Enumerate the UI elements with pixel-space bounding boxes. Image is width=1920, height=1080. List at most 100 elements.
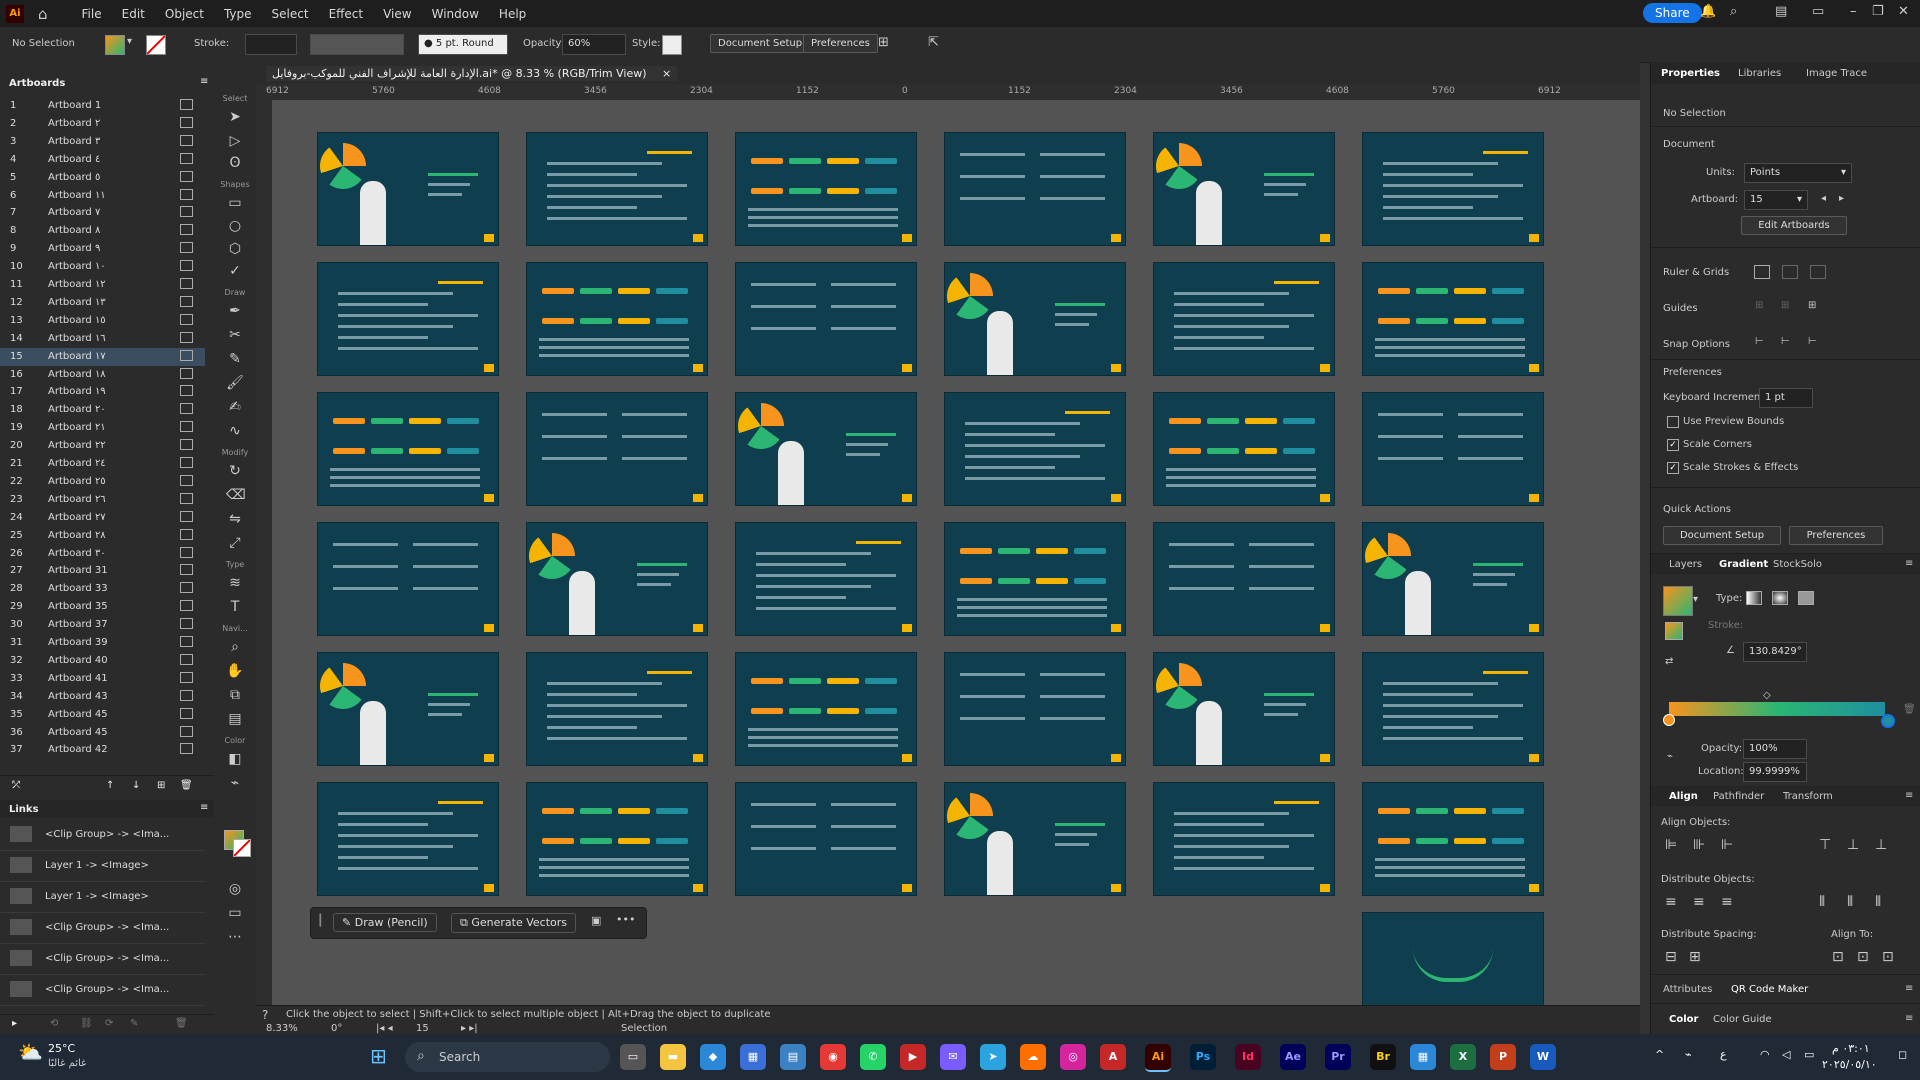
- artboard-options-icon[interactable]: [180, 439, 193, 451]
- units-select[interactable]: Points ▾: [1744, 163, 1852, 183]
- artboard-options-icon[interactable]: [180, 224, 193, 236]
- arrange-icon[interactable]: ▭: [1812, 4, 1824, 19]
- file-explorer-icon[interactable]: ▬: [660, 1044, 686, 1070]
- warp-tool-icon[interactable]: ≋: [226, 574, 244, 592]
- lock-guides-icon[interactable]: ⊞: [1781, 300, 1789, 311]
- artboard-options-icon[interactable]: [180, 403, 193, 415]
- artboard-list-item[interactable]: 4 Artboard ٤: [0, 151, 205, 169]
- artboard-thumbnail[interactable]: [1362, 782, 1544, 896]
- artboard-list-item[interactable]: 30 Artboard 37: [0, 616, 205, 634]
- artboard-name[interactable]: Artboard ٧: [48, 207, 100, 218]
- qa-document-setup-button[interactable]: Document Setup: [1663, 526, 1781, 545]
- artboard-list-item[interactable]: 32 Artboard 40: [0, 652, 205, 670]
- chrome-icon[interactable]: ◉: [820, 1044, 846, 1070]
- distribute-bottom-icon[interactable]: ≡: [1721, 894, 1733, 910]
- artboard-thumbnail[interactable]: [526, 132, 708, 246]
- tray-app-icon[interactable]: ⌁: [1685, 1048, 1692, 1061]
- artboard-nav-field[interactable]: 15: [416, 1023, 429, 1034]
- menu-effect[interactable]: Effect: [319, 7, 374, 21]
- artboard-options-icon[interactable]: [180, 474, 193, 486]
- artboard-name[interactable]: Artboard ١٣: [48, 297, 106, 308]
- artboard-list-item[interactable]: 27 Artboard 31: [0, 562, 205, 580]
- artboard-thumbnail[interactable]: [1153, 522, 1335, 636]
- gradient-preview[interactable]: [1663, 586, 1693, 616]
- artboard-name[interactable]: Artboard 42: [48, 744, 108, 755]
- artboard-list-item[interactable]: 10 Artboard ١٠: [0, 258, 205, 276]
- direct-selection-tool-icon[interactable]: ▷: [226, 132, 244, 150]
- menu-type[interactable]: Type: [214, 7, 262, 21]
- calculator-icon[interactable]: ▦: [1410, 1044, 1436, 1070]
- document-setup-button[interactable]: Document Setup: [710, 34, 811, 53]
- store-icon[interactable]: ▦: [740, 1044, 766, 1070]
- artboard-list-item[interactable]: 35 Artboard 45: [0, 706, 205, 724]
- artboard-name[interactable]: Artboard ٨: [48, 225, 100, 236]
- artboard-options-icon[interactable]: [180, 653, 193, 665]
- gradient-opacity-field[interactable]: 100%: [1743, 739, 1807, 759]
- artboard-list-item[interactable]: 29 Artboard 35: [0, 598, 205, 616]
- artboard-thumbnail[interactable]: [1362, 522, 1544, 636]
- artboard-name[interactable]: Artboard 45: [48, 709, 108, 720]
- artboard-name[interactable]: Artboard 33: [48, 583, 108, 594]
- tab-qr-code-maker[interactable]: QR Code Maker: [1731, 984, 1808, 995]
- stroke-color-icon[interactable]: [233, 839, 251, 857]
- artboard-options-icon[interactable]: [180, 546, 193, 558]
- artboard-options-icon[interactable]: [180, 457, 193, 468]
- trash-icon[interactable]: 🗑: [175, 1018, 188, 1029]
- artboard-list-item[interactable]: 9 Artboard ٩: [0, 240, 205, 258]
- artboard-name[interactable]: Artboard ١٩: [48, 386, 106, 397]
- artboard-name[interactable]: Artboard 1: [48, 100, 101, 111]
- artboard-list-item[interactable]: 12 Artboard ١٣: [0, 294, 205, 312]
- curvature-tool-icon[interactable]: ∿: [226, 422, 244, 440]
- powerpoint-icon[interactable]: P: [1490, 1044, 1516, 1070]
- windows-start-icon[interactable]: ⊞: [370, 1044, 387, 1068]
- zoom-tool-icon[interactable]: ⌕: [226, 638, 244, 656]
- zoom-field[interactable]: 8.33%: [266, 1023, 298, 1034]
- menu-object[interactable]: Object: [155, 7, 214, 21]
- artboard-thumbnail[interactable]: [735, 782, 917, 896]
- artboard-options-icon[interactable]: [180, 206, 193, 218]
- weather-icon[interactable]: ⛅: [18, 1040, 43, 1064]
- image-icon[interactable]: ▣: [591, 914, 601, 927]
- artboard-list-item[interactable]: 34 Artboard 43: [0, 688, 205, 706]
- gradient-tool-icon[interactable]: ◧: [226, 750, 244, 768]
- artboard-name[interactable]: Artboard ٢١: [48, 422, 106, 433]
- artboard-name[interactable]: Artboard ١٢: [48, 279, 106, 290]
- artboard-name[interactable]: Artboard 43: [48, 691, 108, 702]
- task-view-icon[interactable]: ▭: [620, 1044, 646, 1070]
- artboard-name[interactable]: Artboard 35: [48, 601, 108, 612]
- rearrange-icon[interactable]: ⤱: [12, 780, 20, 791]
- artboard-options-icon[interactable]: [180, 582, 193, 594]
- prev-artboard-icon[interactable]: ◂: [1821, 193, 1826, 204]
- artboard-list-item[interactable]: 33 Artboard 41: [0, 670, 205, 688]
- tab-color-guide[interactable]: Color Guide: [1713, 1014, 1772, 1025]
- artboard-thumbnail[interactable]: [944, 392, 1126, 506]
- use-preview-bounds-checkbox[interactable]: [1667, 416, 1679, 428]
- opacity-field[interactable]: 60%: [562, 34, 626, 55]
- artboard-name[interactable]: Artboard ٢٦: [48, 494, 106, 505]
- align-vcenter-icon[interactable]: ⊥: [1847, 837, 1859, 853]
- play-icon[interactable]: ▸: [12, 1018, 17, 1029]
- preferences-button[interactable]: Preferences: [803, 34, 878, 53]
- artboard-options-icon[interactable]: [180, 671, 193, 683]
- rotate-tool-icon[interactable]: ↻: [226, 462, 244, 480]
- artboard-list-item[interactable]: 2 Artboard ٢: [0, 115, 205, 133]
- artboard-list-item[interactable]: 28 Artboard 33: [0, 580, 205, 598]
- artboard-name[interactable]: Artboard ١٧: [48, 351, 106, 362]
- share-out-icon[interactable]: ⇱: [928, 35, 939, 50]
- attributes-menu-icon[interactable]: ≡: [1905, 983, 1913, 994]
- edit-artboards-button[interactable]: Edit Artboards: [1741, 216, 1847, 235]
- screen-mode-icon[interactable]: ▭: [226, 904, 244, 922]
- tab-pathfinder[interactable]: Pathfinder: [1713, 791, 1764, 802]
- delete-icon[interactable]: 🗑: [180, 780, 193, 791]
- fill-swatch[interactable]: [105, 35, 125, 55]
- illustrator-taskbar-icon[interactable]: Ai: [1145, 1044, 1171, 1072]
- artboard-list-item[interactable]: 5 Artboard ٥: [0, 169, 205, 187]
- artboard-list-item[interactable]: 7 Artboard ٧: [0, 204, 205, 222]
- scale-tool-icon[interactable]: ⤢: [226, 534, 244, 552]
- artboard-list-item[interactable]: 15 Artboard ١٧: [0, 347, 205, 366]
- tab-gradient[interactable]: Gradient: [1719, 559, 1768, 570]
- artboard-thumbnail[interactable]: [1153, 392, 1335, 506]
- artboard-list-item[interactable]: 20 Artboard ٢٢: [0, 437, 205, 455]
- tray-chevron-icon[interactable]: ^: [1655, 1048, 1664, 1061]
- copilot-icon[interactable]: ◆: [700, 1044, 726, 1070]
